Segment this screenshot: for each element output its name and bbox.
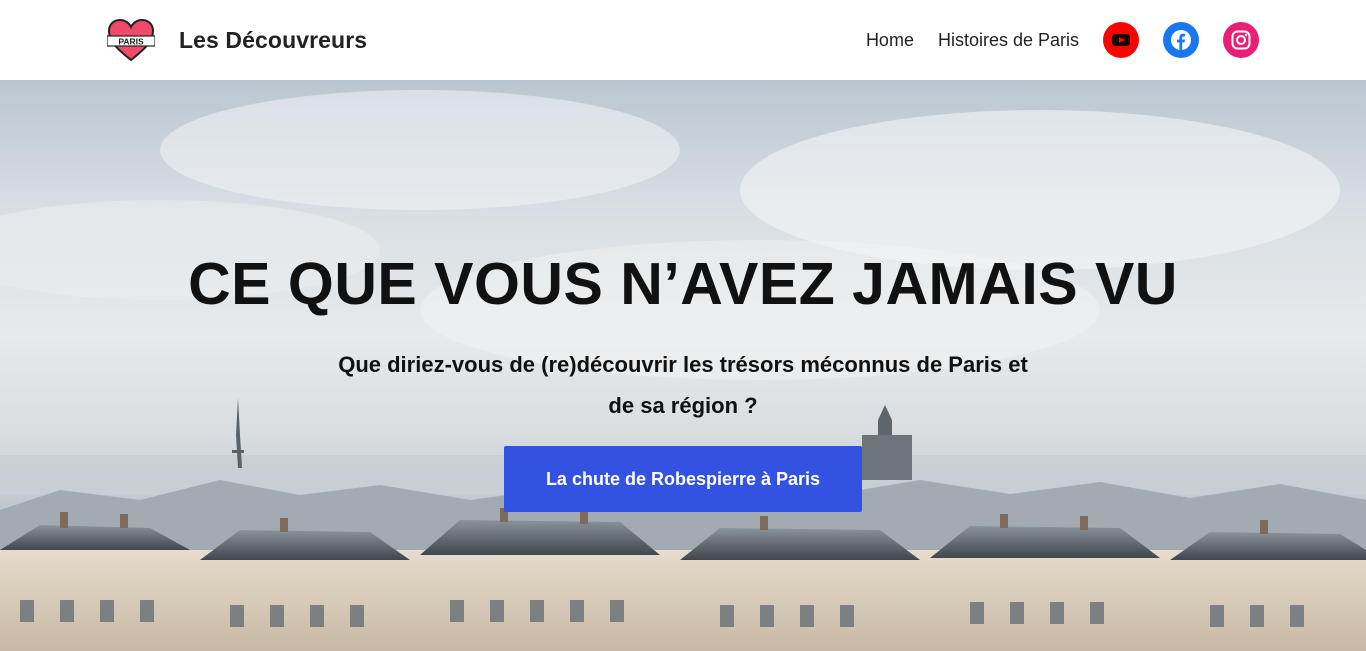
heart-logo-icon: PARIS (107, 18, 155, 62)
instagram-icon (1231, 30, 1251, 50)
logo-text: PARIS (118, 37, 144, 47)
hero-title: CE QUE VOUS N’AVEZ JAMAIS VU (188, 251, 1178, 317)
robespierre-cta-button[interactable]: La chute de Robespierre à Paris (504, 446, 862, 512)
hero-content: CE QUE VOUS N’AVEZ JAMAIS VU Que diriez-… (0, 80, 1366, 651)
nav-histoires-link[interactable]: Histoires de Paris (938, 30, 1079, 51)
youtube-icon (1112, 34, 1130, 46)
nav-home-link[interactable]: Home (866, 30, 914, 51)
facebook-icon (1171, 30, 1191, 50)
site-title[interactable]: Les Découvreurs (179, 27, 367, 54)
site-header: PARIS Les Découvreurs Home Histoires de … (0, 0, 1366, 80)
instagram-button[interactable] (1223, 22, 1259, 58)
social-links (1103, 22, 1259, 58)
facebook-button[interactable] (1163, 22, 1199, 58)
main-nav: Home Histoires de Paris (866, 22, 1259, 58)
youtube-button[interactable] (1103, 22, 1139, 58)
hero-subtitle: Que diriez-vous de (re)découvrir les tré… (338, 352, 1028, 418)
hero-section: CE QUE VOUS N’AVEZ JAMAIS VU Que diriez-… (0, 80, 1366, 651)
home-brand-link[interactable]: PARIS Les Découvreurs (107, 18, 367, 62)
